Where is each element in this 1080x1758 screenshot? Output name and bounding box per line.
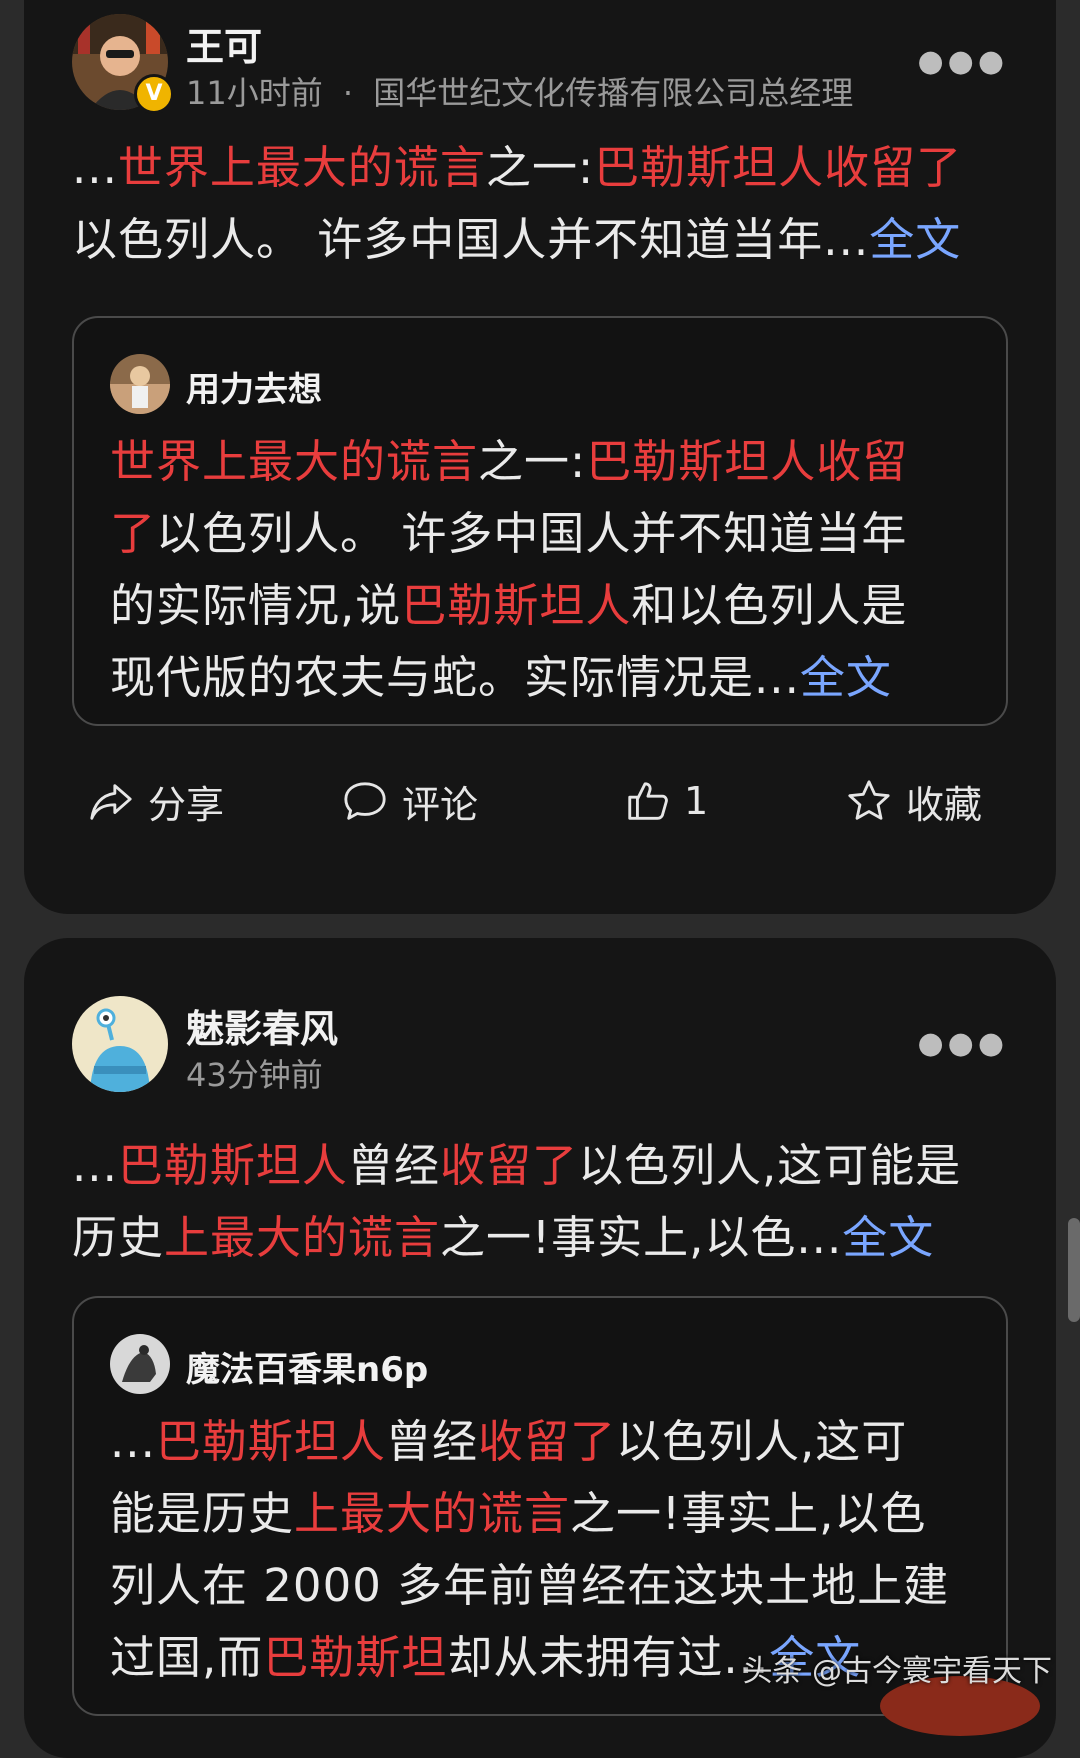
highlight-text: 巴勒斯坦 [263, 1631, 448, 1684]
quoted-author-name[interactable]: 魔法百香果n6p [186, 1342, 428, 1391]
comment-button[interactable]: 评论 [342, 766, 478, 836]
action-bar: 分享 评论 1 收藏 [24, 766, 1056, 836]
comment-label: 评论 [402, 782, 479, 827]
text-segment: 以色列人,这可 [615, 1415, 908, 1468]
text-segment: 却从未拥有过 [447, 1631, 724, 1684]
post-time: 43分钟前 [186, 1056, 323, 1094]
highlight-text: 收留了 [477, 1415, 616, 1468]
text-segment: 历史 [72, 1211, 165, 1264]
post-meta: 11小时前 · 国华世纪文化传播有限公司总经理 [186, 68, 853, 114]
author-name[interactable]: 王可 [186, 16, 262, 71]
author-name[interactable]: 魅影春风 [186, 998, 338, 1053]
read-more-link[interactable]: 全文 [869, 213, 961, 266]
highlight-text: 上最大的谎言 [164, 1211, 441, 1264]
highlight-text: 收留了 [439, 1139, 578, 1192]
post-meta: 43分钟前 [186, 1050, 323, 1096]
read-more-link[interactable]: 全文 [800, 651, 892, 704]
star-icon [848, 780, 890, 820]
text-segment: 能是历史 [110, 1487, 295, 1540]
highlight-text: 巴勒斯坦人 [401, 579, 632, 632]
verified-badge-icon: V [134, 74, 174, 114]
text-segment: 过国,而 [110, 1631, 264, 1684]
highlight-text: 巴勒斯坦人 [155, 1415, 386, 1468]
highlight-text: 了 [110, 507, 157, 560]
post-card: V 王可 11小时前 · 国华世纪文化传播有限公司总经理 ●●● ...世界上最… [24, 0, 1056, 914]
highlight-text: 巴勒斯坦人 [117, 1139, 348, 1192]
text-segment: 之一: [478, 435, 587, 488]
text-segment: 以色列人。 许多中国人并不知道当年 [156, 507, 908, 560]
quoted-text: 世界上最大的谎言之一:巴勒斯坦人收留 了以色列人。 许多中国人并不知道当年 的实… [110, 426, 976, 714]
comment-icon [344, 782, 386, 820]
watermark: 头条 @古今寰宇看天下 [742, 1654, 1052, 1689]
highlight-text: 上最大的谎言 [294, 1487, 571, 1540]
text-segment: 和以色列人是 [631, 579, 908, 632]
highlight-text: 世界上最大的谎言 [110, 435, 479, 488]
quoted-author-avatar[interactable] [110, 354, 170, 414]
text-segment: 之一!事实上,以色 [570, 1487, 927, 1540]
text-segment: 之一!事实上,以色... [440, 1211, 843, 1264]
more-dots-icon[interactable]: ●●● [917, 1026, 1008, 1061]
highlight-text: 巴勒斯坦人收留了 [594, 141, 963, 194]
post-card: 魅影春风 43分钟前 ●●● ...巴勒斯坦人曾经收留了以色列人,这可能是 历史… [24, 938, 1056, 1758]
share-icon [90, 784, 132, 820]
author-avatar[interactable] [72, 996, 168, 1092]
author-bio: 国华世纪文化传播有限公司总经理 [373, 74, 854, 112]
like-count: 1 [684, 779, 709, 823]
highlight-text: 世界上最大的谎言 [117, 141, 486, 194]
text-segment: 的实际情况,说 [110, 579, 402, 632]
text-segment: 曾经 [347, 1139, 440, 1192]
meta-separator: · [342, 74, 354, 112]
share-button[interactable]: 分享 [88, 766, 224, 836]
post-text[interactable]: ...世界上最大的谎言之一:巴勒斯坦人收留了 以色列人。 许多中国人并不知道当年… [72, 132, 1008, 276]
post-time: 11小时前 [186, 74, 323, 112]
text-segment: 之一: [485, 141, 595, 194]
text-segment: 曾经 [385, 1415, 478, 1468]
text-segment: 现代版的农夫与蛇。实际情况是... [110, 651, 800, 704]
quoted-author-avatar[interactable] [110, 1334, 170, 1394]
text-ellipsis: ... [72, 1139, 118, 1192]
text-segment: 以色列人,这可能是 [577, 1139, 962, 1192]
more-dots-icon[interactable]: ●●● [917, 44, 1008, 79]
favorite-label: 收藏 [906, 782, 983, 827]
post-text[interactable]: ...巴勒斯坦人曾经收留了以色列人,这可能是 历史上最大的谎言之一!事实上,以色… [72, 1130, 1008, 1274]
read-more-link[interactable]: 全文 [842, 1211, 934, 1264]
text-ellipsis: ... [110, 1415, 156, 1468]
quoted-post[interactable]: 用力去想 世界上最大的谎言之一:巴勒斯坦人收留 了以色列人。 许多中国人并不知道… [72, 316, 1008, 726]
text-ellipsis: ... [72, 141, 118, 194]
scrollbar[interactable] [1068, 1218, 1080, 1322]
highlight-text: 巴勒斯坦人收留 [586, 435, 909, 488]
quoted-author-name[interactable]: 用力去想 [186, 362, 322, 411]
share-label: 分享 [148, 782, 225, 827]
text-segment: 列人在 2000 多年前曾经在这块土地上建 [110, 1559, 950, 1612]
thumbs-up-icon [628, 782, 668, 820]
like-button[interactable]: 1 [624, 766, 708, 836]
text-segment: 以色列人。 许多中国人并不知道当年... [72, 213, 870, 266]
favorite-button[interactable]: 收藏 [846, 766, 982, 836]
